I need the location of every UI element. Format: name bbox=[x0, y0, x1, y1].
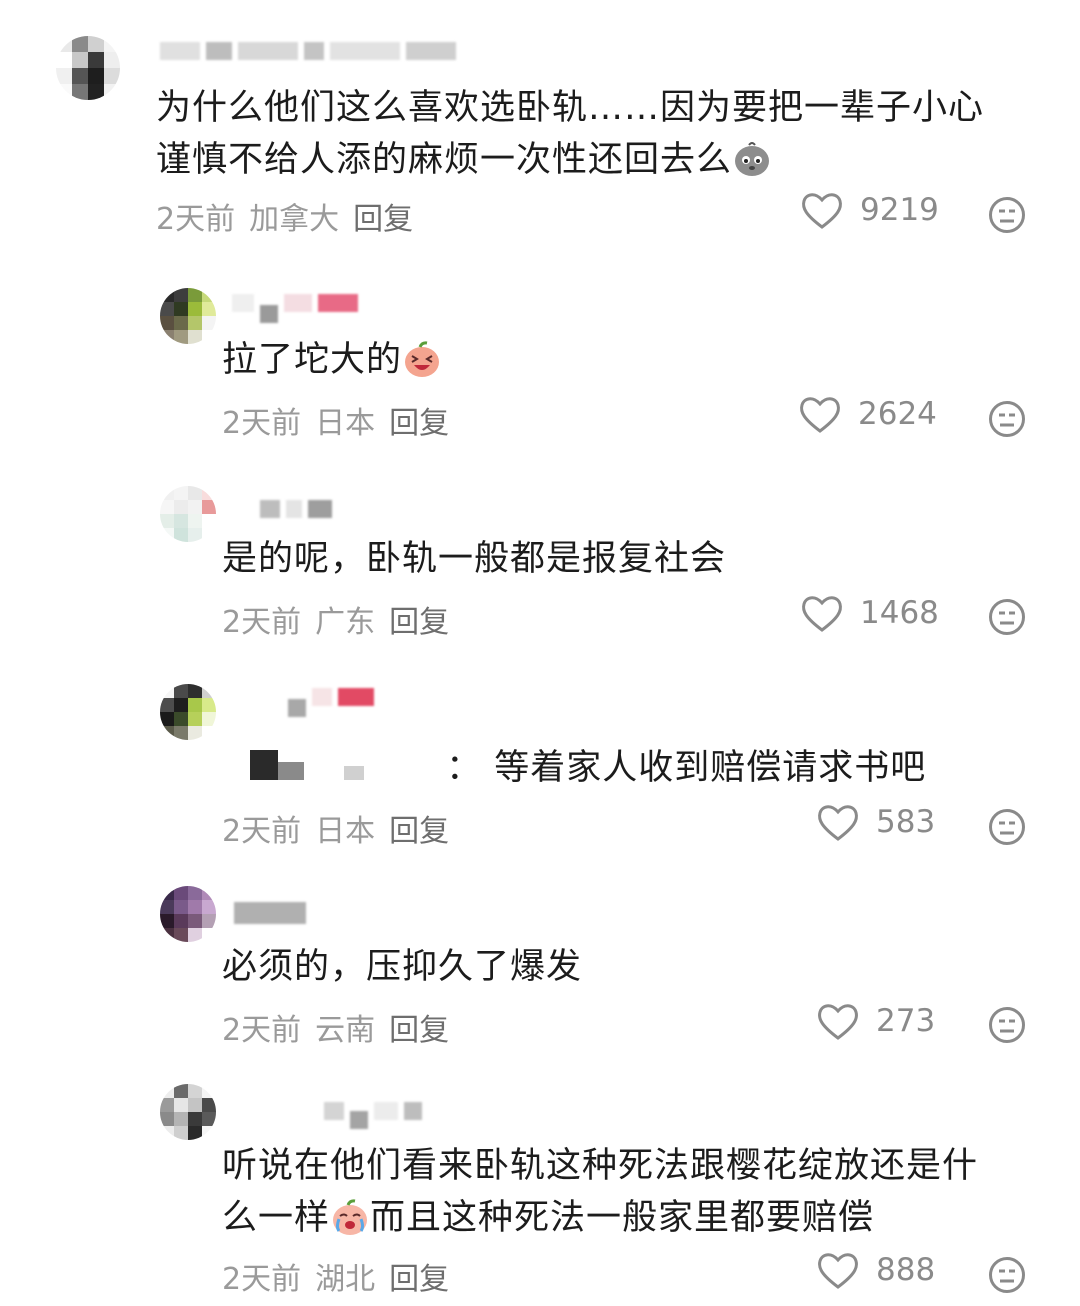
comment-meta: 2天前 日本 回复 bbox=[222, 806, 449, 850]
like-count: 2624 bbox=[858, 396, 937, 432]
username-obscured[interactable] bbox=[288, 684, 374, 717]
avatar[interactable] bbox=[56, 36, 120, 100]
avatar-mosaic bbox=[160, 1084, 216, 1140]
avatar-mosaic bbox=[160, 684, 216, 740]
heart-icon bbox=[800, 397, 840, 433]
dislike-face-icon[interactable] bbox=[988, 1256, 1026, 1294]
comment-meta: 2天前 加拿大 回复 bbox=[156, 194, 413, 238]
comment-location: 日本 bbox=[315, 406, 376, 441]
reply-button[interactable]: 回复 bbox=[353, 194, 413, 238]
crying-peach-emoji bbox=[333, 1199, 368, 1235]
comment-time: 2天前 bbox=[222, 1013, 302, 1048]
dislike-face-icon[interactable] bbox=[988, 196, 1026, 234]
username-obscured[interactable] bbox=[234, 900, 306, 926]
comment-time: 2天前 bbox=[222, 814, 302, 849]
avatar[interactable] bbox=[160, 1084, 216, 1140]
like-button[interactable]: 1468 bbox=[800, 593, 939, 633]
comment-meta: 2天前 广东 回复 bbox=[222, 597, 449, 641]
reply-button[interactable]: 回复 bbox=[389, 597, 449, 641]
comment-text: 是的呢，卧轨一般都是报复社会 bbox=[222, 539, 727, 579]
like-count: 583 bbox=[876, 804, 936, 840]
like-button[interactable]: 583 bbox=[816, 802, 935, 842]
comment-text: 听说在他们看来卧轨这种死法跟樱花绽放还是什 么一样 而且这种死法一般家里都要赔偿 bbox=[222, 1146, 979, 1238]
comment-meta: 2天前 湖北 回复 bbox=[222, 1254, 449, 1298]
like-button[interactable]: 888 bbox=[816, 1250, 935, 1290]
comment-time: 2天前 bbox=[156, 202, 236, 237]
username-obscured[interactable] bbox=[160, 38, 456, 64]
comment-location: 日本 bbox=[315, 814, 376, 849]
comment-location: 湖北 bbox=[315, 1262, 376, 1297]
heart-icon bbox=[818, 1253, 858, 1289]
avatar[interactable] bbox=[160, 886, 216, 942]
heart-icon bbox=[818, 1004, 858, 1040]
comment-location: 广东 bbox=[315, 605, 376, 640]
comment-time: 2天前 bbox=[222, 605, 302, 640]
comment-meta: 2天前 日本 回复 bbox=[222, 398, 449, 442]
dislike-face-icon[interactable] bbox=[988, 598, 1026, 636]
username-obscured[interactable] bbox=[260, 496, 332, 522]
avatar[interactable] bbox=[160, 684, 216, 740]
avatar-mosaic bbox=[160, 486, 216, 542]
like-button[interactable]: 2624 bbox=[798, 394, 937, 434]
like-button[interactable]: 273 bbox=[816, 1001, 935, 1041]
comment-location: 云南 bbox=[315, 1013, 376, 1048]
comment-text: ： 等着家人收到赔偿请求书吧 bbox=[250, 742, 926, 795]
comment-time: 2天前 bbox=[222, 406, 302, 441]
like-count: 273 bbox=[876, 1003, 936, 1039]
like-count: 888 bbox=[876, 1252, 936, 1288]
avatar-mosaic bbox=[160, 886, 216, 942]
dislike-face-icon[interactable] bbox=[988, 808, 1026, 846]
pensive-potato-emoji bbox=[735, 142, 770, 176]
avatar[interactable] bbox=[160, 486, 216, 542]
reply-button[interactable]: 回复 bbox=[389, 1005, 449, 1049]
laughing-peach-emoji bbox=[405, 341, 440, 377]
comment-meta: 2天前 云南 回复 bbox=[222, 1005, 449, 1049]
dislike-face-icon[interactable] bbox=[988, 1006, 1026, 1044]
comment-location: 加拿大 bbox=[249, 202, 340, 237]
comment-text: 必须的，压抑久了爆发 bbox=[222, 947, 583, 987]
username-obscured[interactable] bbox=[232, 290, 358, 323]
username-obscured[interactable] bbox=[324, 1098, 422, 1129]
heart-icon bbox=[802, 596, 842, 632]
comment-text: 拉了坨大的 bbox=[222, 334, 442, 386]
avatar-mosaic bbox=[56, 36, 120, 100]
avatar[interactable] bbox=[160, 288, 216, 344]
heart-icon bbox=[802, 193, 842, 229]
like-count: 1468 bbox=[860, 595, 939, 631]
reply-button[interactable]: 回复 bbox=[389, 806, 449, 850]
like-button[interactable]: 9219 bbox=[800, 190, 939, 230]
comment-time: 2天前 bbox=[222, 1262, 302, 1297]
heart-icon bbox=[818, 805, 858, 841]
dislike-face-icon[interactable] bbox=[988, 400, 1026, 438]
reply-button[interactable]: 回复 bbox=[389, 1254, 449, 1298]
like-count: 9219 bbox=[860, 192, 939, 228]
mention-obscured[interactable] bbox=[250, 743, 434, 795]
avatar-mosaic bbox=[160, 288, 216, 344]
reply-button[interactable]: 回复 bbox=[389, 398, 449, 442]
comment-text: 为什么他们这么喜欢选卧轨……因为要把一辈子小心 谨慎不给人添的麻烦一次性还回去么 bbox=[156, 88, 985, 180]
